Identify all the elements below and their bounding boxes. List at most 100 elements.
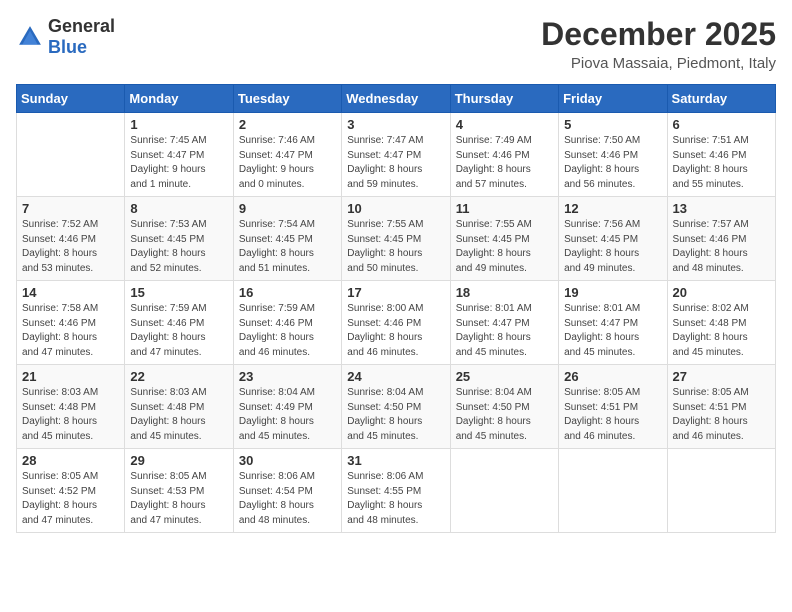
calendar-cell: 10 Sunrise: 7:55 AM Sunset: 4:45 PM Dayli…	[342, 197, 450, 281]
calendar-table: SundayMondayTuesdayWednesdayThursdayFrid…	[16, 84, 776, 533]
day-header-tuesday: Tuesday	[233, 85, 341, 113]
day-number: 21	[22, 369, 119, 384]
cell-info: Sunrise: 7:47 AM Sunset: 4:47 PM Dayligh…	[347, 134, 444, 192]
day-number: 8	[130, 201, 227, 216]
calendar-cell	[667, 449, 775, 533]
calendar-cell: 9 Sunrise: 7:54 AM Sunset: 4:45 PM Daylig…	[233, 197, 341, 281]
logo-icon	[16, 23, 44, 51]
calendar-week-row: 28 Sunrise: 8:05 AM Sunset: 4:52 PM Dayli…	[17, 449, 776, 533]
calendar-cell: 30 Sunrise: 8:06 AM Sunset: 4:54 PM Dayli…	[233, 449, 341, 533]
calendar-cell: 7 Sunrise: 7:52 AM Sunset: 4:46 PM Daylig…	[17, 197, 125, 281]
cell-info: Sunrise: 8:01 AM Sunset: 4:47 PM Dayligh…	[456, 302, 553, 360]
calendar-cell: 3 Sunrise: 7:47 AM Sunset: 4:47 PM Daylig…	[342, 113, 450, 197]
day-number: 24	[347, 369, 444, 384]
day-number: 29	[130, 453, 227, 468]
calendar-cell	[559, 449, 667, 533]
day-number: 20	[673, 285, 770, 300]
cell-info: Sunrise: 8:06 AM Sunset: 4:54 PM Dayligh…	[239, 470, 336, 528]
cell-info: Sunrise: 8:05 AM Sunset: 4:52 PM Dayligh…	[22, 470, 119, 528]
cell-info: Sunrise: 8:04 AM Sunset: 4:50 PM Dayligh…	[456, 386, 553, 444]
cell-info: Sunrise: 7:54 AM Sunset: 4:45 PM Dayligh…	[239, 218, 336, 276]
calendar-week-row: 21 Sunrise: 8:03 AM Sunset: 4:48 PM Dayli…	[17, 365, 776, 449]
day-number: 27	[673, 369, 770, 384]
calendar-cell: 23Sunrise: 8:04 AM Sunset: 4:49 PM Dayli…	[233, 365, 341, 449]
calendar-cell: 8 Sunrise: 7:53 AM Sunset: 4:45 PM Daylig…	[125, 197, 233, 281]
cell-info: Sunrise: 8:05 AM Sunset: 4:51 PM Dayligh…	[673, 386, 770, 444]
day-number: 23	[239, 369, 336, 384]
calendar-cell: 24 Sunrise: 8:04 AM Sunset: 4:50 PM Dayli…	[342, 365, 450, 449]
day-number: 1	[130, 117, 227, 132]
day-number: 31	[347, 453, 444, 468]
day-header-saturday: Saturday	[667, 85, 775, 113]
cell-info: Sunrise: 8:05 AM Sunset: 4:53 PM Dayligh…	[130, 470, 227, 528]
cell-info: Sunrise: 7:59 AM Sunset: 4:46 PM Dayligh…	[239, 302, 336, 360]
day-number: 6	[673, 117, 770, 132]
calendar-cell: 27 Sunrise: 8:05 AM Sunset: 4:51 PM Dayli…	[667, 365, 775, 449]
calendar-cell: 2 Sunrise: 7:46 AM Sunset: 4:47 PM Daylig…	[233, 113, 341, 197]
calendar-cell: 18 Sunrise: 8:01 AM Sunset: 4:47 PM Dayli…	[450, 281, 558, 365]
cell-info: Sunrise: 7:55 AM Sunset: 4:45 PM Dayligh…	[456, 218, 553, 276]
cell-info: Sunrise: 8:05 AM Sunset: 4:51 PM Dayligh…	[564, 386, 661, 444]
calendar-cell: 15 Sunrise: 7:59 AM Sunset: 4:46 PM Dayli…	[125, 281, 233, 365]
calendar-cell: 19 Sunrise: 8:01 AM Sunset: 4:47 PM Dayli…	[559, 281, 667, 365]
calendar-cell: 21 Sunrise: 8:03 AM Sunset: 4:48 PM Dayli…	[17, 365, 125, 449]
day-number: 25	[456, 369, 553, 384]
calendar-header-row: SundayMondayTuesdayWednesdayThursdayFrid…	[17, 85, 776, 113]
cell-info: Sunrise: 8:06 AM Sunset: 4:55 PM Dayligh…	[347, 470, 444, 528]
cell-info: Sunrise: 8:00 AM Sunset: 4:46 PM Dayligh…	[347, 302, 444, 360]
calendar-week-row: 14 Sunrise: 7:58 AM Sunset: 4:46 PM Dayli…	[17, 281, 776, 365]
cell-info: Sunrise: 7:50 AM Sunset: 4:46 PM Dayligh…	[564, 134, 661, 192]
calendar-cell: 25 Sunrise: 8:04 AM Sunset: 4:50 PM Dayli…	[450, 365, 558, 449]
day-number: 5	[564, 117, 661, 132]
day-number: 26	[564, 369, 661, 384]
cell-info: Sunrise: 7:59 AM Sunset: 4:46 PM Dayligh…	[130, 302, 227, 360]
day-number: 17	[347, 285, 444, 300]
cell-info: Sunrise: 7:46 AM Sunset: 4:47 PM Dayligh…	[239, 134, 336, 192]
cell-info: Sunrise: 7:58 AM Sunset: 4:46 PM Dayligh…	[22, 302, 119, 360]
cell-info: Sunrise: 8:01 AM Sunset: 4:47 PM Dayligh…	[564, 302, 661, 360]
page-header: General Blue December 2025 Piova Massaia…	[16, 16, 776, 72]
calendar-cell: 4 Sunrise: 7:49 AM Sunset: 4:46 PM Daylig…	[450, 113, 558, 197]
calendar-cell: 17 Sunrise: 8:00 AM Sunset: 4:46 PM Dayli…	[342, 281, 450, 365]
day-header-thursday: Thursday	[450, 85, 558, 113]
day-number: 4	[456, 117, 553, 132]
day-number: 9	[239, 201, 336, 216]
cell-info: Sunrise: 7:49 AM Sunset: 4:46 PM Dayligh…	[456, 134, 553, 192]
cell-info: Sunrise: 8:03 AM Sunset: 4:48 PM Dayligh…	[22, 386, 119, 444]
day-number: 2	[239, 117, 336, 132]
calendar-cell: 14 Sunrise: 7:58 AM Sunset: 4:46 PM Dayli…	[17, 281, 125, 365]
calendar-cell: 12 Sunrise: 7:56 AM Sunset: 4:45 PM Dayli…	[559, 197, 667, 281]
calendar-cell: 26 Sunrise: 8:05 AM Sunset: 4:51 PM Dayli…	[559, 365, 667, 449]
cell-info: Sunrise: 7:53 AM Sunset: 4:45 PM Dayligh…	[130, 218, 227, 276]
calendar-cell: 31 Sunrise: 8:06 AM Sunset: 4:55 PM Dayli…	[342, 449, 450, 533]
day-number: 18	[456, 285, 553, 300]
calendar-cell: 1 Sunrise: 7:45 AM Sunset: 4:47 PM Daylig…	[125, 113, 233, 197]
day-number: 12	[564, 201, 661, 216]
calendar-week-row: 7 Sunrise: 7:52 AM Sunset: 4:46 PM Daylig…	[17, 197, 776, 281]
calendar-cell: 16Sunrise: 7:59 AM Sunset: 4:46 PM Dayli…	[233, 281, 341, 365]
day-number: 10	[347, 201, 444, 216]
day-number: 22	[130, 369, 227, 384]
day-number: 30	[239, 453, 336, 468]
cell-info: Sunrise: 8:03 AM Sunset: 4:48 PM Dayligh…	[130, 386, 227, 444]
calendar-cell: 28 Sunrise: 8:05 AM Sunset: 4:52 PM Dayli…	[17, 449, 125, 533]
calendar-cell: 20Sunrise: 8:02 AM Sunset: 4:48 PM Dayli…	[667, 281, 775, 365]
location-title: Piova Massaia, Piedmont, Italy	[541, 55, 776, 72]
day-number: 13	[673, 201, 770, 216]
calendar-cell: 13 Sunrise: 7:57 AM Sunset: 4:46 PM Dayli…	[667, 197, 775, 281]
logo-text: General Blue	[48, 16, 115, 58]
day-number: 19	[564, 285, 661, 300]
cell-info: Sunrise: 7:51 AM Sunset: 4:46 PM Dayligh…	[673, 134, 770, 192]
day-number: 14	[22, 285, 119, 300]
calendar-cell: 22 Sunrise: 8:03 AM Sunset: 4:48 PM Dayli…	[125, 365, 233, 449]
day-number: 3	[347, 117, 444, 132]
day-number: 28	[22, 453, 119, 468]
cell-info: Sunrise: 8:04 AM Sunset: 4:50 PM Dayligh…	[347, 386, 444, 444]
cell-info: Sunrise: 7:55 AM Sunset: 4:45 PM Dayligh…	[347, 218, 444, 276]
cell-info: Sunrise: 7:57 AM Sunset: 4:46 PM Dayligh…	[673, 218, 770, 276]
cell-info: Sunrise: 7:52 AM Sunset: 4:46 PM Dayligh…	[22, 218, 119, 276]
day-number: 15	[130, 285, 227, 300]
cell-info: Sunrise: 7:45 AM Sunset: 4:47 PM Dayligh…	[130, 134, 227, 192]
cell-info: Sunrise: 7:56 AM Sunset: 4:45 PM Dayligh…	[564, 218, 661, 276]
day-number: 7	[22, 201, 119, 216]
